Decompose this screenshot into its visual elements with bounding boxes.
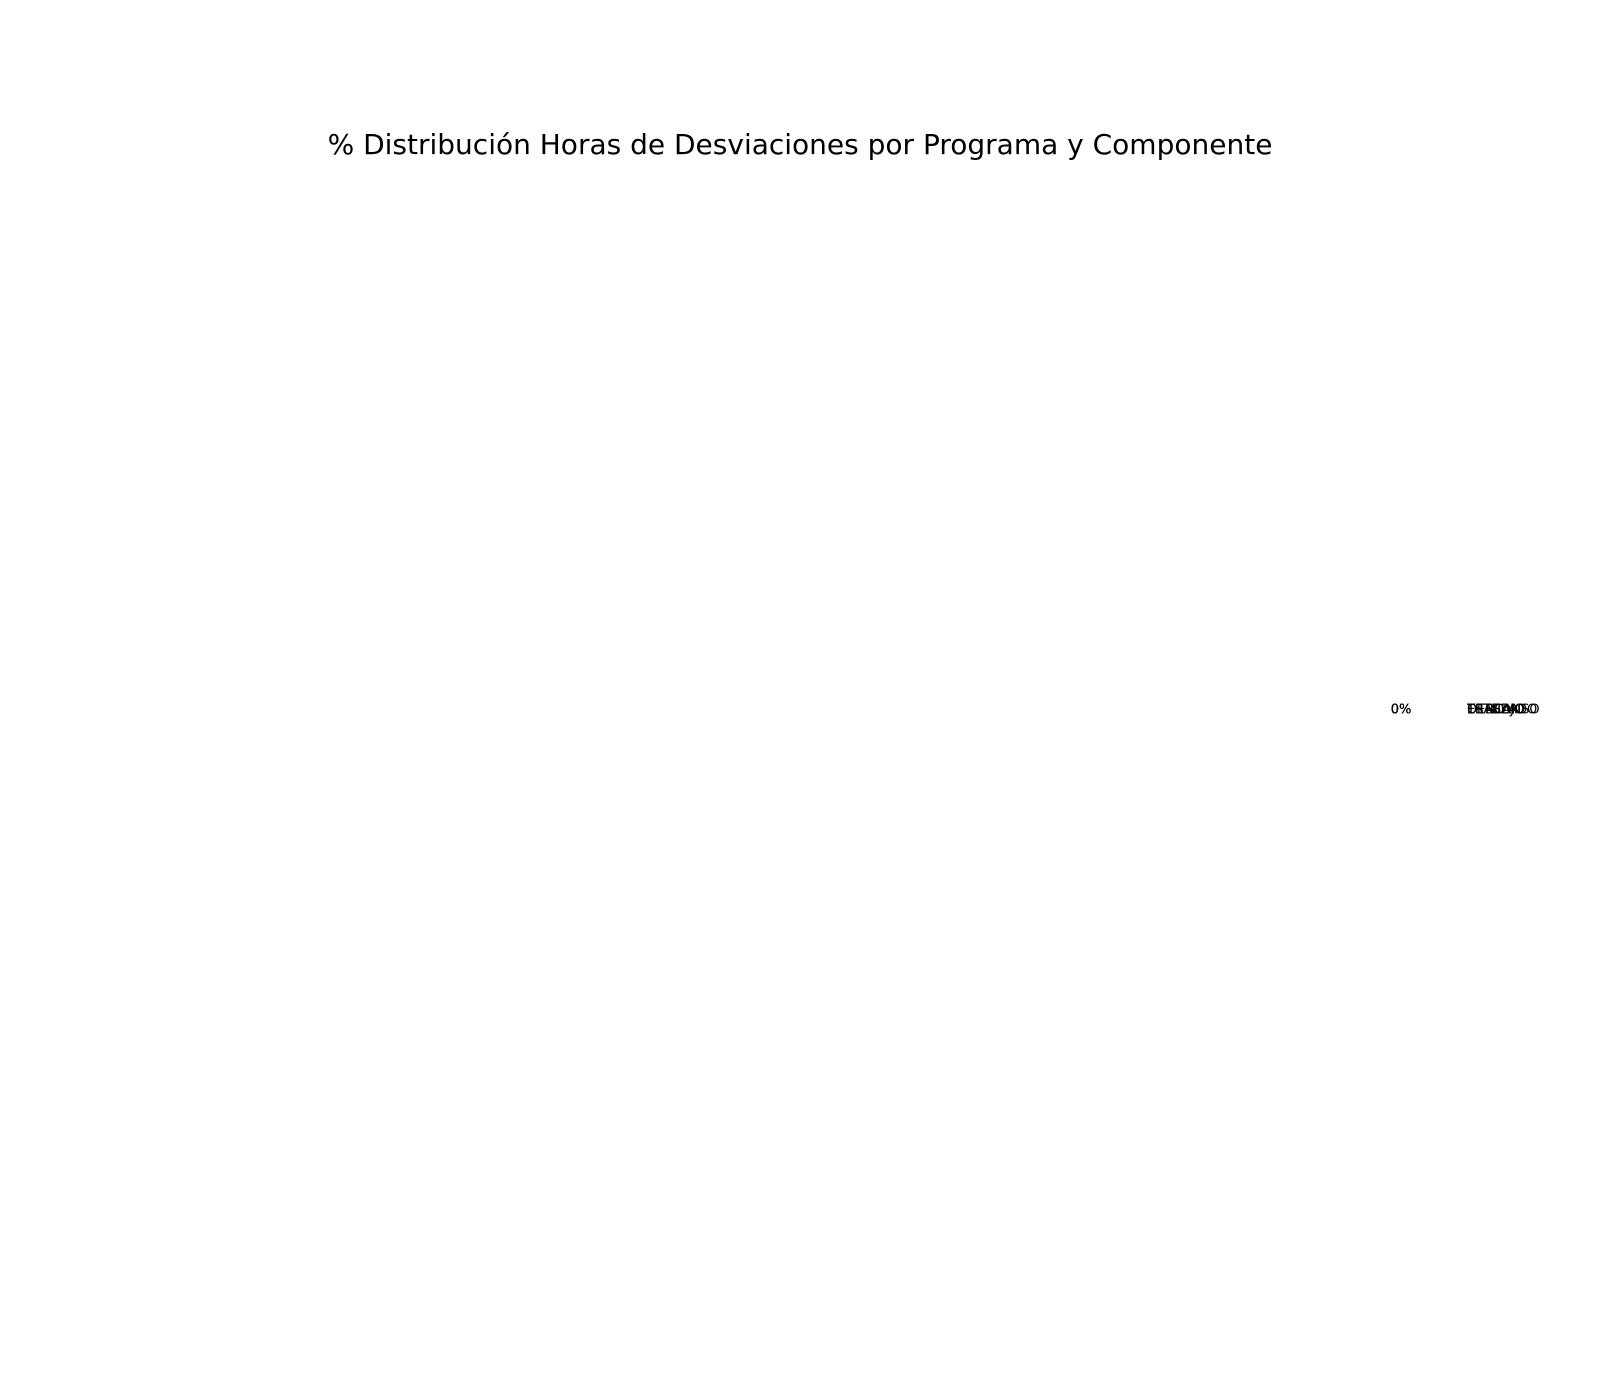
slice-category-label: OTRO	[1467, 703, 1504, 718]
slice-percent-label: 0%	[1391, 703, 1412, 718]
pie-chart-plot: 0% TRABAJO0% ESTUDIO0% DESCANSO0% TRASLADO0%…	[1391, 703, 1540, 718]
chart-figure: % Distribución Horas de Desviaciones por…	[0, 0, 1600, 1400]
